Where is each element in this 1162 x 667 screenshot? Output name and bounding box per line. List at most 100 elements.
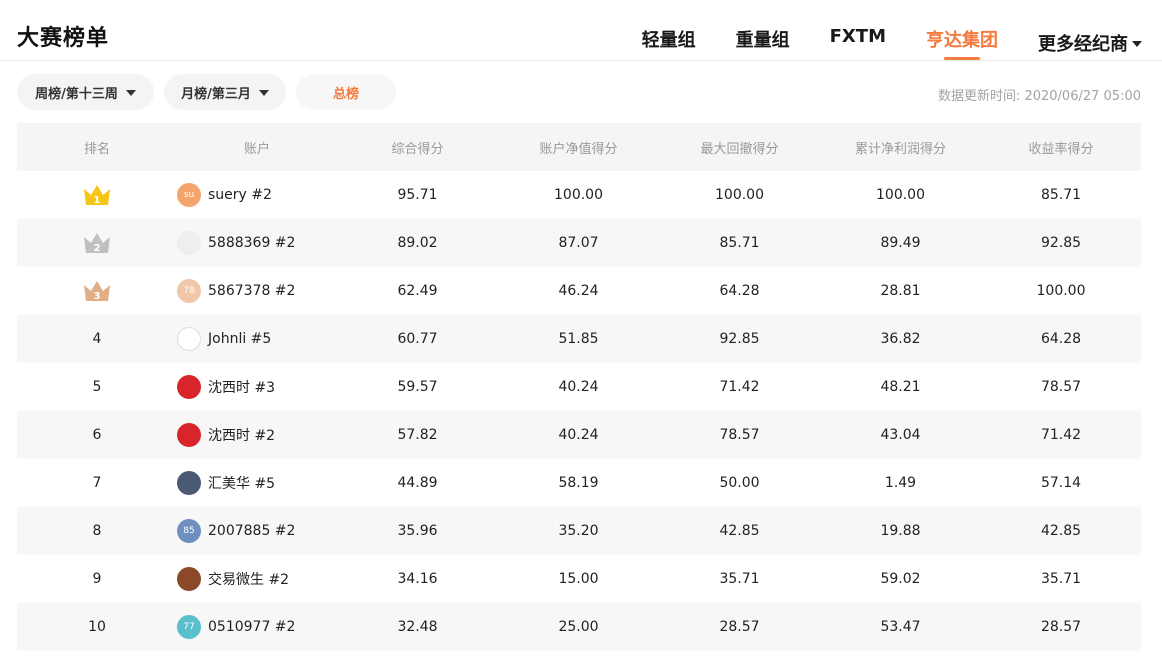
weekly-ranking-label: 周榜/第十三周 [35,86,118,102]
avatar [177,375,201,399]
drawdown-score-cell: 100.00 [715,187,764,203]
tab-heavy[interactable]: 重量组 [736,26,790,60]
net-profit-score-cell: 100.00 [876,187,925,203]
drawdown-score-cell: 35.71 [719,571,760,587]
equity-score-cell: 25.00 [558,619,599,635]
chevron-down-icon [1132,40,1142,47]
equity-score-cell: 58.19 [558,475,599,491]
rank-number: 9 [92,571,102,587]
overall-score-cell: 59.57 [397,379,438,395]
equity-score-cell: 35.20 [558,523,599,539]
net-profit-score-cell: 28.81 [880,283,921,299]
account-link[interactable]: 汇美华 #5 [177,471,275,495]
overall-score-cell: 32.48 [397,619,438,635]
avatar [177,231,201,255]
medal-rank-number: 1 [94,195,101,206]
avatar: su [177,183,201,207]
header-drawdown-score: 最大回撤得分 [700,141,779,157]
rank-cell: 9 [17,571,177,587]
header-equity-score: 账户净值得分 [539,141,618,157]
tab-hantec[interactable]: 亨达集团 [926,26,998,60]
rank-cell: 3 [17,279,177,303]
account-link[interactable]: Johnli #5 [177,327,271,351]
table-row: 8 85 2007885 #2 35.96 35.20 42.85 19.88 42.85 [17,507,1141,555]
account-link[interactable]: 77 0510977 #2 [177,615,295,639]
return-score-cell: 78.57 [1040,379,1082,395]
account-cell: Johnli #5 [177,327,337,351]
rank-cell: 2 [17,231,177,255]
net-profit-score-cell: 59.02 [880,571,921,587]
table-row: 1 su suery #2 95.71 100.00 100.00 100.00 85.71 [17,171,1141,219]
return-score-cell: 71.42 [1040,427,1082,443]
net-profit-score-cell: 43.04 [880,427,921,443]
rank-number: 8 [92,523,102,539]
table-row: 10 77 0510977 #2 32.48 25.00 28.57 53.47 28.57 [17,603,1141,651]
header-return-score: 收益率得分 [1028,141,1094,157]
overall-score-cell: 60.77 [397,331,438,347]
rank-cell: 10 [17,619,177,635]
update-timestamp: 数据更新时间: 2020/06/27 05:00 [937,89,1141,104]
net-profit-score-cell: 48.21 [880,379,921,395]
equity-score-cell: 15.00 [558,571,599,587]
drawdown-score-cell: 50.00 [719,475,760,491]
account-link[interactable]: 85 2007885 #2 [177,519,295,543]
drawdown-score-cell: 92.85 [719,331,760,347]
account-link[interactable]: 交易微生 #2 [177,567,289,591]
account-cell: 汇美华 #5 [177,471,337,495]
filter-bar: 周榜/第十三周 月榜/第三月 总榜 [17,74,406,110]
header-net-profit-score: 累计净利润得分 [854,141,946,157]
account-cell: 77 0510977 #2 [177,615,337,639]
drawdown-score-cell: 28.57 [719,619,760,635]
leaderboard-table: 排名 账户 综合得分 账户净值得分 最大回撤得分 累计净利润得分 收益率得分 1… [17,123,1141,651]
account-name: 沈西时 #2 [208,428,276,444]
table-row: 9 交易微生 #2 34.16 15.00 35.71 59.02 35.71 [17,555,1141,603]
return-score-cell: 35.71 [1040,571,1082,587]
weekly-ranking-dropdown[interactable]: 周榜/第十三周 [17,74,154,110]
table-row: 6 沈西时 #2 57.82 40.24 78.57 43.04 71.42 [17,411,1141,459]
header-bar: 大赛榜单 轻量组 重量组 FXTM 亨达集团 更多经纪商 [0,0,1162,61]
account-name: 0510977 #2 [208,619,296,635]
account-name: suery #2 [208,187,272,203]
overall-score-cell: 57.82 [397,427,438,443]
header-overall-score: 综合得分 [391,141,444,157]
total-ranking-button[interactable]: 总榜 [296,74,396,110]
return-score-cell: 42.85 [1040,523,1082,539]
avatar [177,327,201,351]
tab-fxtm[interactable]: FXTM [830,26,886,60]
account-cell: 沈西时 #3 [177,375,337,399]
avatar: 78 [177,279,201,303]
page-title: 大赛榜单 [17,26,110,51]
chevron-down-icon [125,89,136,96]
net-profit-score-cell: 1.49 [884,475,917,491]
rank-cell: 7 [17,475,177,491]
tab-light[interactable]: 轻量组 [642,26,696,60]
drawdown-score-cell: 71.42 [719,379,760,395]
account-link[interactable]: 沈西时 #2 [177,423,275,447]
overall-score-cell: 35.96 [397,523,438,539]
drawdown-score-cell: 85.71 [719,235,760,251]
avatar [177,423,201,447]
account-link[interactable]: 沈西时 #3 [177,375,275,399]
rank-cell: 8 [17,523,177,539]
account-link[interactable]: su suery #2 [177,183,272,207]
chevron-down-icon [258,89,269,96]
equity-score-cell: 46.24 [558,283,599,299]
table-header: 排名 账户 综合得分 账户净值得分 最大回撤得分 累计净利润得分 收益率得分 [17,123,1141,171]
table-row: 5 沈西时 #3 59.57 40.24 71.42 48.21 78.57 [17,363,1141,411]
account-name: 沈西时 #3 [208,380,276,396]
equity-score-cell: 87.07 [558,235,599,251]
net-profit-score-cell: 36.82 [880,331,921,347]
drawdown-score-cell: 78.57 [719,427,760,443]
monthly-ranking-dropdown[interactable]: 月榜/第三月 [164,74,286,110]
account-name: 交易微生 #2 [208,572,290,588]
account-name: 5867378 #2 [208,283,296,299]
account-link[interactable]: 5888369 #2 [177,231,295,255]
net-profit-score-cell: 19.88 [880,523,921,539]
return-score-cell: 28.57 [1040,619,1082,635]
crown-medal-icon: 2 [84,233,110,254]
account-link[interactable]: 78 5867378 #2 [177,279,295,303]
rank-number: 6 [92,427,102,443]
tab-more-brokers[interactable]: 更多经纪商 [1038,26,1142,60]
avatar: 77 [177,615,201,639]
net-profit-score-cell: 53.47 [880,619,921,635]
